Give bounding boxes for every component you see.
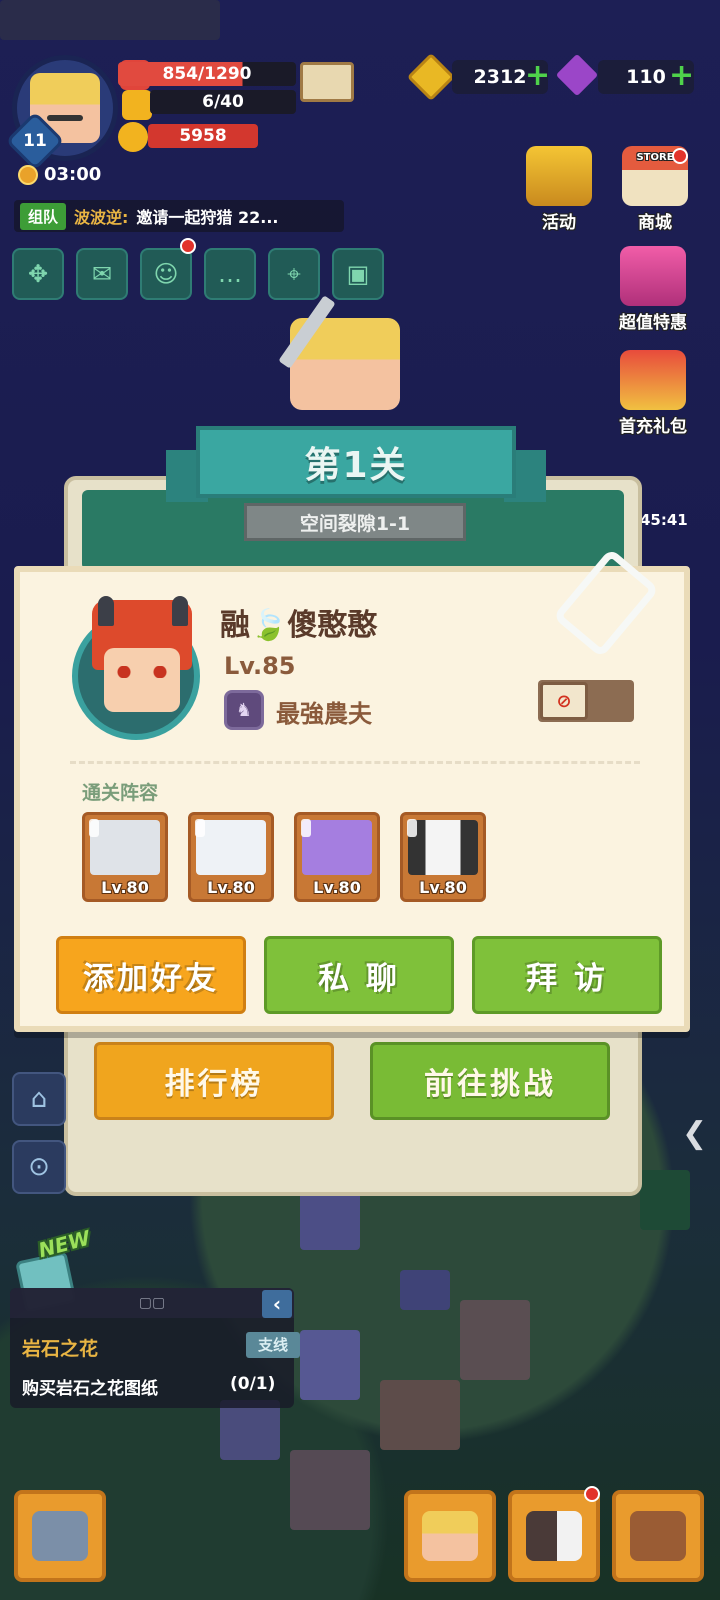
add-gold-button[interactable]: +: [525, 61, 550, 91]
terrain-block: [460, 1300, 530, 1380]
terrain-block: [290, 1450, 370, 1530]
timer-text: 03:00: [44, 164, 102, 185]
timer: 03:00: [18, 164, 101, 185]
title-badge-icon: ♞: [224, 690, 264, 730]
activity-button[interactable]: 活动: [518, 146, 600, 233]
first-recharge-button[interactable]: 首充礼包: [612, 350, 694, 437]
store-notification-dot: [672, 148, 688, 164]
player-name: 融🍃傻憨憨: [220, 608, 378, 643]
purple-elephant-pet: [302, 820, 372, 875]
collapse-quest-button[interactable]: ‹: [262, 1290, 292, 1318]
sun-icon: [18, 164, 38, 185]
first-recharge-icon: [620, 350, 686, 410]
stamina-bar: 6/40: [150, 90, 296, 114]
expand-arrow-icon[interactable]: ❮: [682, 1116, 707, 1151]
stage-title: 第1关: [196, 426, 516, 498]
chat-icon[interactable]: …: [204, 248, 256, 300]
add-friend-button[interactable]: 添加好友: [56, 936, 246, 1014]
pet-slot[interactable]: Lv.80: [188, 812, 274, 902]
card-divider: [70, 761, 640, 764]
quest-progress: (0/1): [230, 1374, 276, 1394]
challenge-button[interactable]: 前往挑战: [370, 1042, 610, 1120]
terrain-block: [640, 1170, 690, 1230]
hp-bar: 854/1290: [118, 62, 296, 86]
visit-button[interactable]: 拜 访: [472, 936, 662, 1014]
horn-icon: [172, 596, 188, 626]
chat-message: 邀请一起狩猎 22...: [136, 208, 279, 227]
team-tag: 组队: [20, 202, 67, 230]
player-level: Lv.85: [224, 652, 296, 680]
snow-seal-pet: [196, 820, 266, 875]
power-fist-icon: [118, 122, 148, 152]
chat-sender: 波波逆:: [74, 208, 129, 227]
hammer-icon: [32, 1511, 88, 1561]
help-book-icon[interactable]: [300, 62, 354, 102]
gift-box-icon: [620, 246, 686, 306]
event-countdown: 45:41: [640, 511, 688, 529]
activity-icon: [526, 146, 592, 206]
terrain-block: [300, 1330, 360, 1400]
power-bar: 5958: [148, 124, 258, 148]
location-pin-icon[interactable]: ⊙: [12, 1140, 66, 1194]
backpack-icon: [630, 1511, 686, 1561]
backpack-button[interactable]: [612, 1490, 704, 1582]
pets-icon: [526, 1511, 582, 1561]
white-wolf-pet: [90, 820, 160, 875]
block-chat-toggle[interactable]: ⊘: [538, 680, 634, 722]
leaderboard-button[interactable]: 排行榜: [94, 1042, 334, 1120]
value-deals-button[interactable]: 超值特惠: [612, 246, 694, 333]
team-icon[interactable]: ✥: [12, 248, 64, 300]
add-gem-button[interactable]: +: [669, 61, 694, 91]
friends-icon[interactable]: ☺: [140, 248, 192, 300]
lightning-icon: [122, 90, 152, 120]
pet-slot[interactable]: Lv.80: [294, 812, 380, 902]
power-text: 5958: [179, 126, 227, 146]
team-chat-bar[interactable]: 组队 波波逆: 邀请一起狩猎 22...: [14, 200, 344, 232]
map-icon[interactable]: ⌖: [268, 248, 320, 300]
horn-icon: [98, 596, 114, 626]
build-hammer-button[interactable]: [14, 1490, 106, 1582]
player-portrait: [54, 596, 214, 746]
hero-face-icon: [422, 1511, 478, 1561]
pet-slot[interactable]: Lv.80: [400, 812, 486, 902]
home-icon[interactable]: ⌂: [12, 1072, 66, 1126]
terrain-block: [380, 1380, 460, 1450]
quest-name: 岩石之花: [22, 1338, 99, 1360]
stage-subtitle: 空间裂隙1-1: [244, 503, 466, 541]
private-chat-button[interactable]: 私 聊: [264, 936, 454, 1014]
notification-dot: [180, 238, 196, 254]
no-chat-icon: ⊘: [540, 682, 588, 720]
pets-notification-dot: [584, 1486, 600, 1502]
terrain-block: [220, 1400, 280, 1460]
stamina-text: 6/40: [202, 92, 244, 112]
lineup-label: 通关阵容: [82, 782, 159, 804]
mail-icon[interactable]: ✉: [76, 248, 128, 300]
notice-board-icon[interactable]: ▣: [332, 248, 384, 300]
hero-button[interactable]: [404, 1490, 496, 1582]
panda-pet: [408, 820, 478, 875]
pets-button[interactable]: [508, 1490, 600, 1582]
hp-text: 854/1290: [162, 64, 252, 84]
terrain-block: [0, 0, 220, 40]
quest-header: ▢▢: [10, 1288, 294, 1318]
quest-description: 购买岩石之花图纸: [22, 1379, 158, 1399]
terrain-block: [400, 1270, 450, 1310]
quest-type-tag: 支线: [246, 1332, 300, 1358]
pet-slot[interactable]: Lv.80: [82, 812, 168, 902]
player-title: 最強農夫: [276, 700, 372, 728]
